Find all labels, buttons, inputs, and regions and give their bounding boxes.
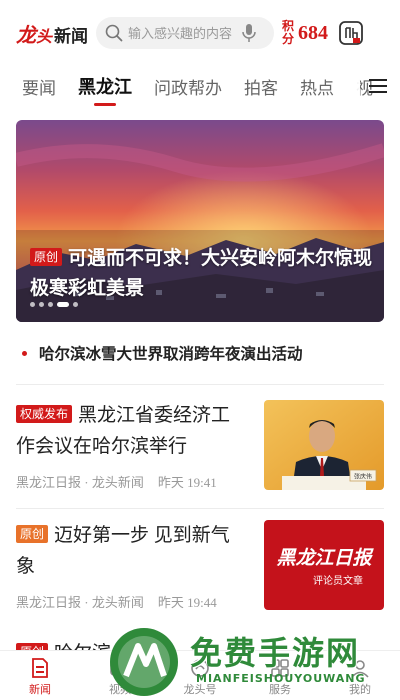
carousel-dot[interactable] [39,302,44,307]
news-thumbnail: 张庆伟 [264,400,384,490]
name-plate: 张庆伟 [354,473,372,481]
nav-dragon-account[interactable]: 龙头号 [170,657,230,697]
official-photo: 张庆伟 [264,400,384,490]
carousel-indicator [30,302,82,307]
logo-part-3: 新闻 [54,26,89,46]
nav-profile[interactable]: 我的 [330,657,390,697]
tabs-fade [334,66,360,106]
news-tag: 权威发布 [16,405,73,423]
nav-label: 视频 [109,684,131,696]
channel-tabs: 要闻 黑龙江 问政帮办 拍客 热点 视 [0,66,400,106]
carousel-dot[interactable] [73,302,78,307]
tab-photographer[interactable]: 拍客 [244,74,278,99]
news-title: 原创 迈好第一步 见到新气象 [16,520,248,582]
carousel-dot[interactable] [30,302,35,307]
news-source: 黑龙江日报 · 龙头新闻 [16,595,144,610]
app-header: 龙 头 新闻 积分 684 [0,0,400,66]
dragon-icon [191,659,209,677]
divider [16,508,384,509]
news-icon [32,658,48,678]
banner-title-text: 可遇而不可求！大兴安岭阿木尔惊现极寒彩虹美景 [30,248,373,299]
news-title-text: 迈好第一步 见到新气象 [16,525,230,577]
news-time: 昨天 19:44 [157,595,217,610]
points-value: 684 [298,21,329,44]
video-icon [110,660,130,676]
service-icon [271,659,289,677]
banner-title: 原创 可遇而不可求！大兴安岭阿木尔惊现极寒彩虹美景 [30,244,375,304]
headline-text: 哈尔滨冰雪大世界取消跨年夜演出活动 [39,346,303,363]
points-indicator[interactable]: 积分 684 [282,20,328,46]
tab-hot[interactable]: 热点 [300,74,334,99]
news-item[interactable]: 原创 迈好第一步 见到新气象 黑龙江日报 · 龙头新闻 昨天 19:44 黑龙江日报… [16,520,384,638]
nav-video[interactable]: 视频 [90,657,150,697]
search-bar[interactable] [96,17,275,49]
nav-label: 龙头号 [183,684,217,696]
editorial-banner: 黑龙江日报 评论员文章 [264,520,384,610]
news-tag: 原创 [16,525,49,543]
news-title: 权威发布 黑龙江省委经济工作会议在哈尔滨举行 [16,400,248,462]
nav-service[interactable]: 服务 [250,657,310,697]
divider [16,384,384,385]
app-logo: 龙 头 新闻 [16,19,88,48]
editorial-label: 评论员文章 [313,574,363,587]
news-source: 黑龙江日报 · 龙头新闻 [16,475,144,490]
menu-icon[interactable] [368,76,388,96]
user-icon [351,660,369,678]
news-time: 昨天 19:41 [157,475,217,490]
original-badge: 原创 [30,248,63,266]
points-label: 积分 [282,19,295,46]
nav-label: 新闻 [29,684,51,696]
featured-banner[interactable]: 原创 可遇而不可求！大兴安岭阿木尔惊现极寒彩虹美景 [16,120,384,322]
nav-label: 服务 [269,684,291,696]
tab-headlines[interactable]: 要闻 [22,74,56,99]
logo-part-1: 龙 [16,24,36,47]
microphone-icon[interactable] [240,23,258,43]
tab-inquiry-help[interactable]: 问政帮办 [154,74,222,99]
bullet-icon [22,350,27,356]
news-item[interactable]: 权威发布 黑龙江省委经济工作会议在哈尔滨举行 黑龙江日报 · 龙头新闻 昨天 19:… [16,400,384,518]
nav-news[interactable]: 新闻 [10,657,70,697]
search-input[interactable] [128,25,239,41]
newspaper-title: 黑龙江日报 [276,547,374,569]
carousel-dot[interactable] [48,302,53,307]
tab-heilongjiang[interactable]: 黑龙江 [78,73,132,99]
logo-part-2: 头 [36,28,53,46]
broadcast-icon[interactable] [338,20,364,46]
headline-link[interactable]: 哈尔滨冰雪大世界取消跨年夜演出活动 [22,342,382,364]
search-icon [105,24,123,42]
news-meta: 黑龙江日报 · 龙头新闻 昨天 19:41 [16,472,231,491]
news-meta: 黑龙江日报 · 龙头新闻 昨天 19:44 [16,592,231,611]
news-thumbnail: 黑龙江日报 评论员文章 [264,520,384,610]
bottom-navigation: 新闻 视频 龙头号 服务 我的 [0,650,400,700]
carousel-dot-active[interactable] [57,302,69,307]
nav-label: 我的 [349,684,371,696]
